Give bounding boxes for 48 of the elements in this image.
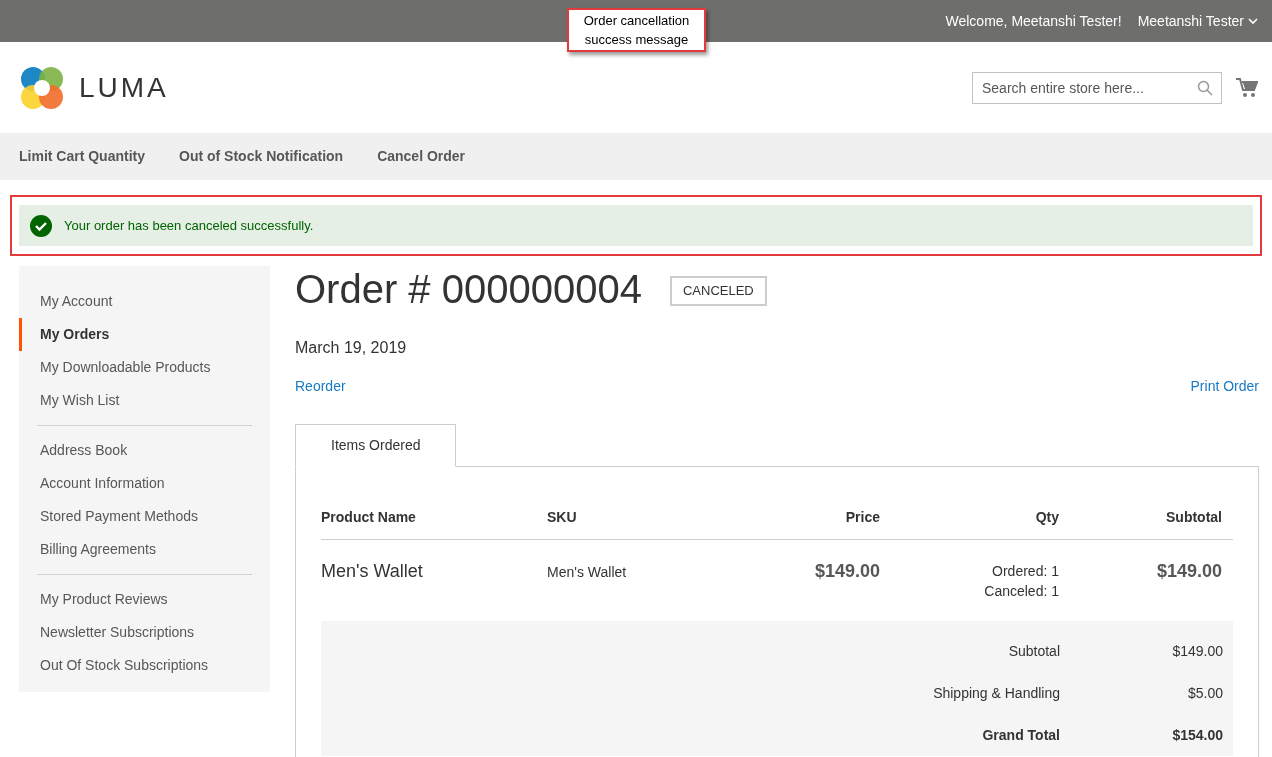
nav-link[interactable]: Cancel Order bbox=[377, 146, 466, 167]
sidebar-link[interactable]: My Wish List bbox=[19, 384, 270, 417]
check-circle-icon bbox=[30, 214, 52, 237]
total-label: Grand Total bbox=[981, 725, 1061, 745]
sidebar-link[interactable]: My Downloadable Products bbox=[19, 351, 270, 384]
sidebar-link[interactable]: Account Information bbox=[19, 467, 270, 500]
logo-icon bbox=[19, 64, 65, 111]
total-value: $154.00 bbox=[1171, 725, 1224, 745]
sidebar-link[interactable]: Newsletter Subscriptions bbox=[19, 616, 270, 649]
nav-link[interactable]: Out of Stock Notification bbox=[179, 146, 344, 167]
column-header: Subtotal bbox=[1165, 508, 1223, 527]
welcome-text: Welcome, Meetanshi Tester! bbox=[945, 11, 1122, 31]
order-link[interactable]: Print Order bbox=[1190, 376, 1259, 397]
order-date: March 19, 2019 bbox=[295, 338, 408, 358]
search-icon bbox=[1197, 79, 1213, 96]
sidebar-link[interactable]: My Account bbox=[19, 285, 270, 318]
tab[interactable]: Items Ordered bbox=[295, 424, 457, 467]
account-menu[interactable]: Meetanshi Tester bbox=[1137, 10, 1258, 32]
annotation-callout: Order cancellation success message bbox=[567, 8, 706, 52]
search-field[interactable]: Search entire store here... bbox=[972, 71, 1222, 104]
nav-link[interactable]: Limit Cart Quantity bbox=[19, 146, 145, 167]
subtotal-cell-text: $149.00 bbox=[1155, 560, 1223, 583]
sidebar-link[interactable]: Billing Agreements bbox=[19, 533, 270, 566]
order-title: Order # 000000004 bbox=[295, 266, 642, 312]
qty-text: Ordered: 1 bbox=[992, 562, 1059, 581]
total-label: Subtotal bbox=[1007, 641, 1061, 661]
sidebar-link[interactable]: My Orders bbox=[19, 318, 270, 351]
sidebar-link[interactable]: Out Of Stock Subscriptions bbox=[19, 649, 270, 682]
column-header: Qty bbox=[1034, 508, 1060, 527]
sidebar-link[interactable]: My Product Reviews bbox=[19, 583, 270, 616]
cart-icon[interactable] bbox=[1236, 77, 1258, 98]
sidebar-link[interactable]: Stored Payment Methods bbox=[19, 500, 270, 533]
sidebar-link[interactable]: Address Book bbox=[19, 434, 270, 467]
total-label: Shipping & Handling bbox=[932, 683, 1061, 703]
product-name: Men's Wallet bbox=[321, 560, 424, 583]
order-link[interactable]: Reorder bbox=[295, 376, 346, 397]
logo[interactable]: LUMA bbox=[19, 64, 169, 111]
total-value: $5.00 bbox=[1186, 683, 1224, 703]
qty-text: Canceled: 1 bbox=[984, 582, 1059, 601]
sku-cell-text: Men's Wallet bbox=[547, 563, 628, 582]
status-label: CANCELED bbox=[669, 276, 767, 306]
total-value: $149.00 bbox=[1171, 641, 1224, 661]
chevron-down-icon bbox=[1248, 17, 1258, 25]
column-header: Product Name bbox=[321, 508, 417, 527]
price-cell-text: $149.00 bbox=[813, 560, 881, 583]
column-header: Price bbox=[844, 508, 881, 527]
column-header: SKU bbox=[547, 508, 578, 527]
message-text: Your order has been canceled successfully. bbox=[64, 216, 314, 235]
